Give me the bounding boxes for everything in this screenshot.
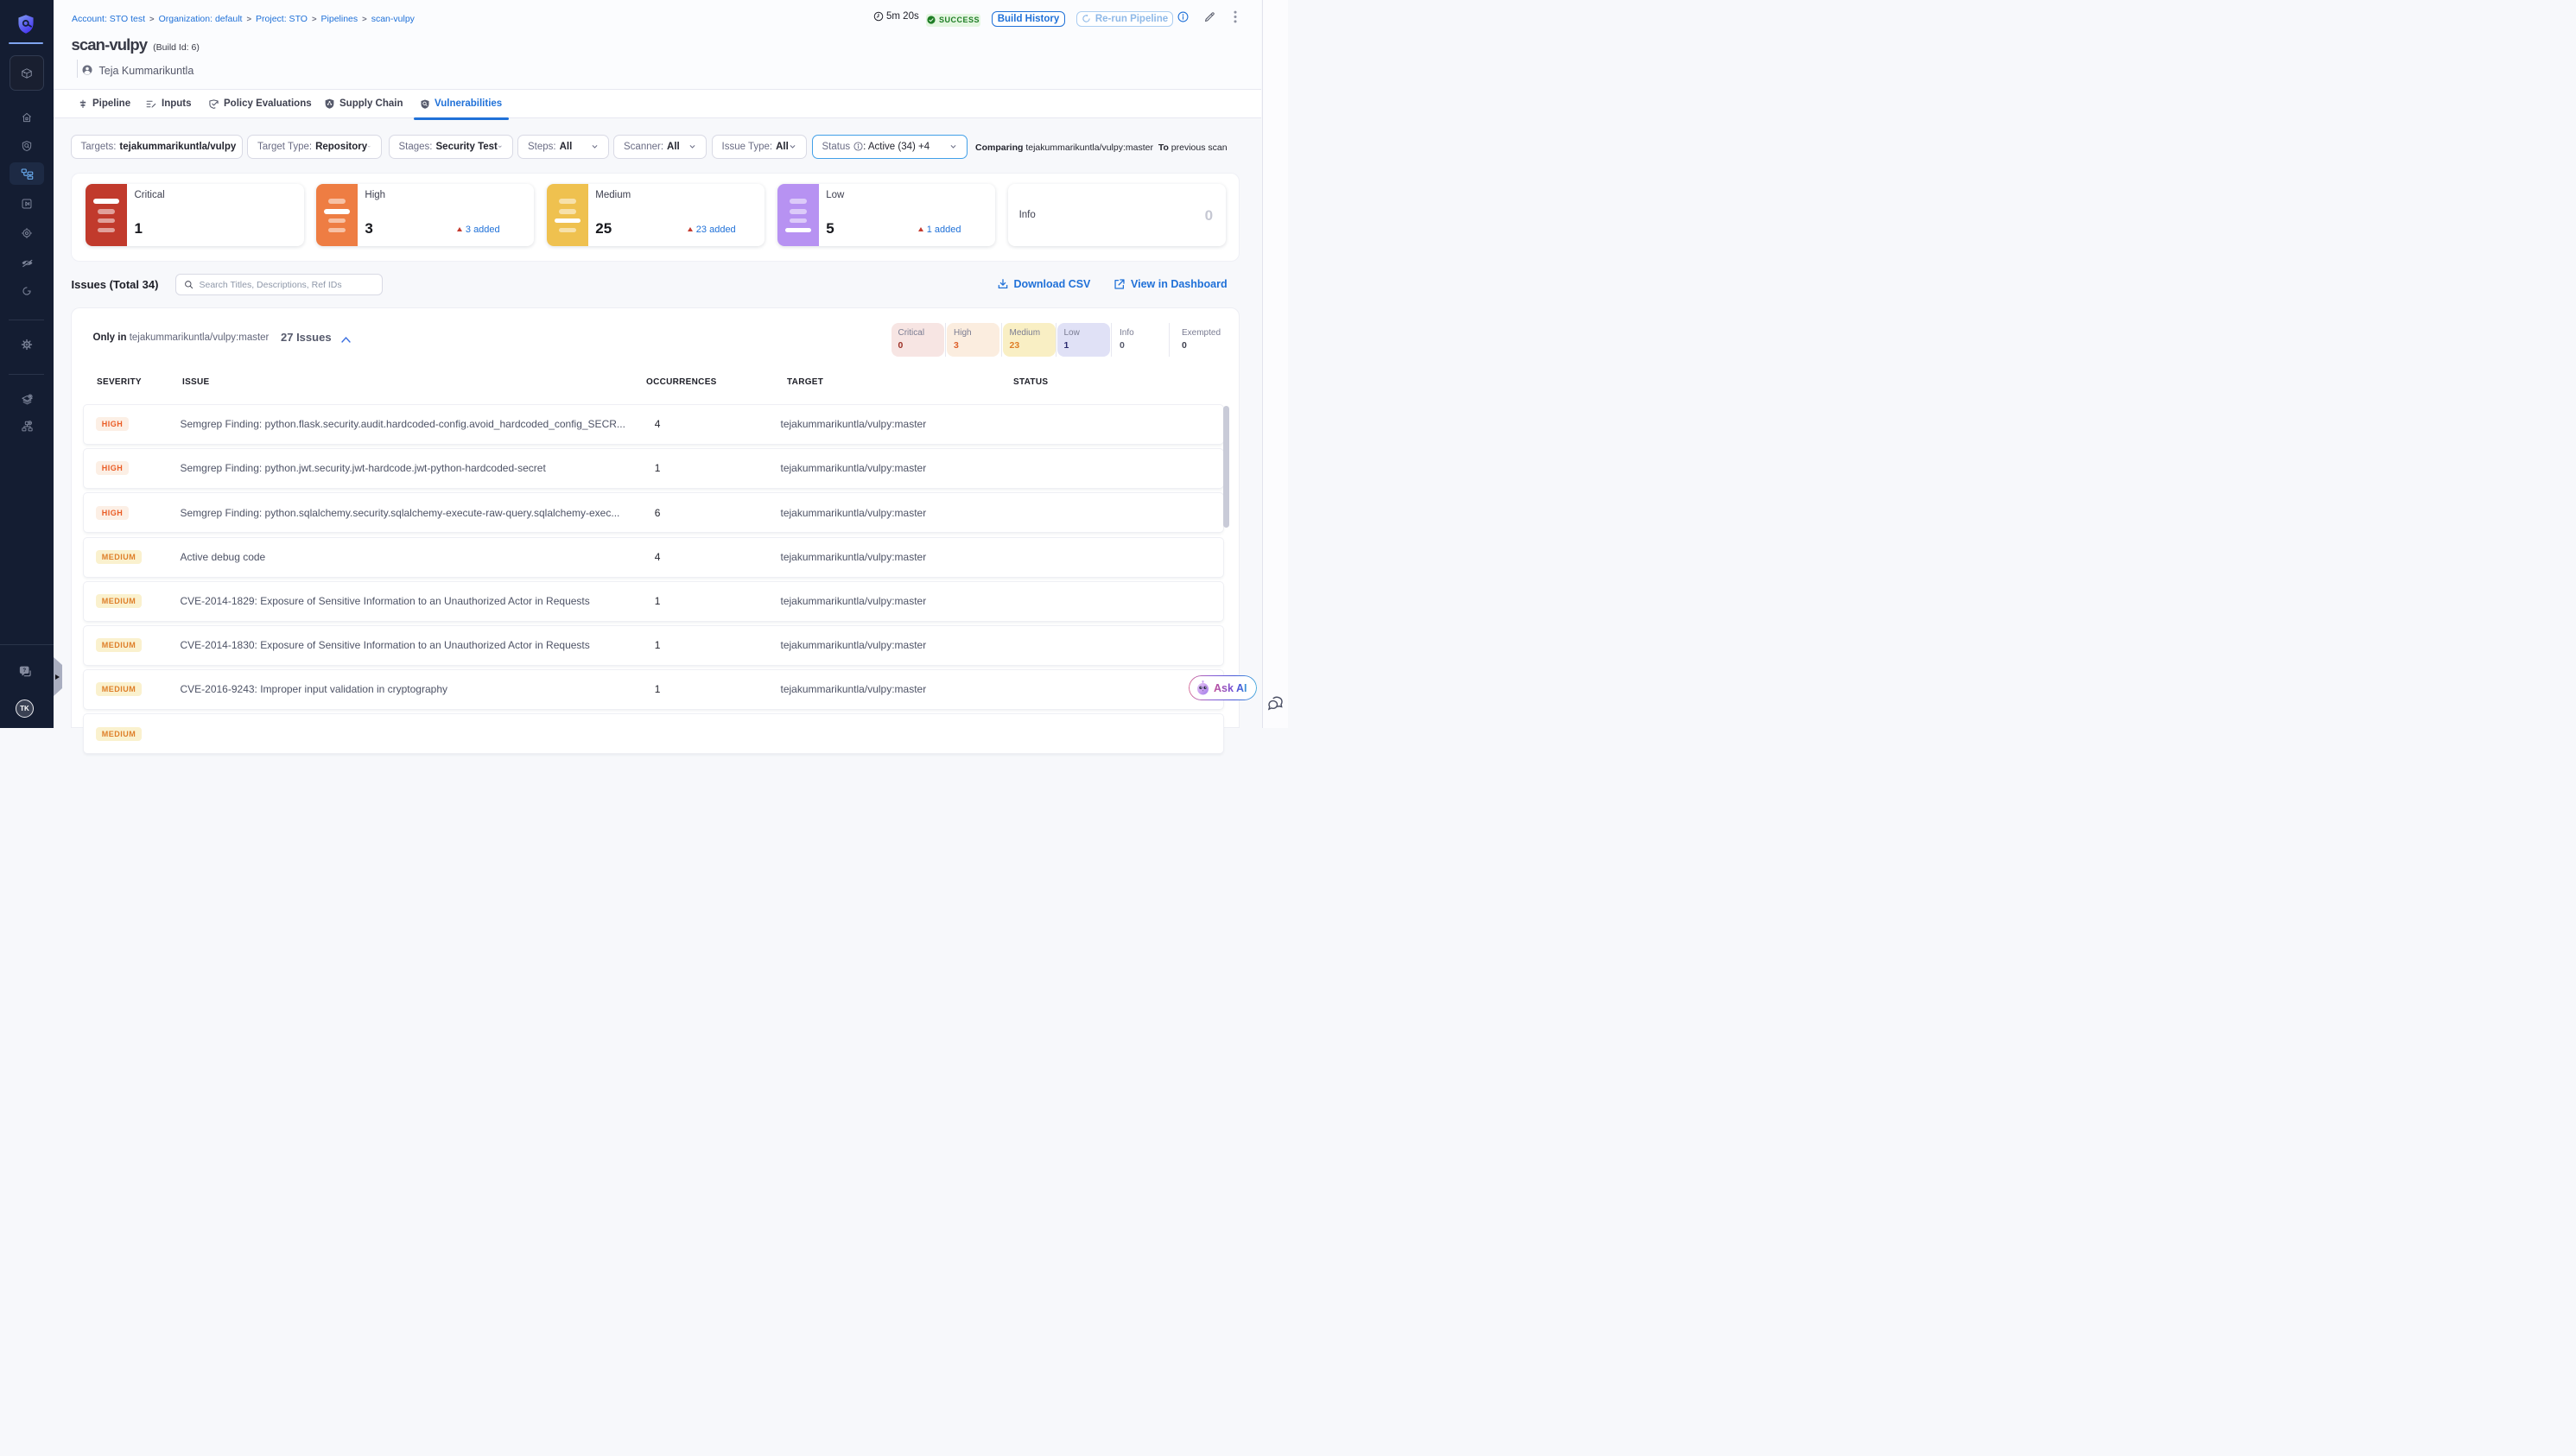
- svg-text:?: ?: [22, 668, 26, 674]
